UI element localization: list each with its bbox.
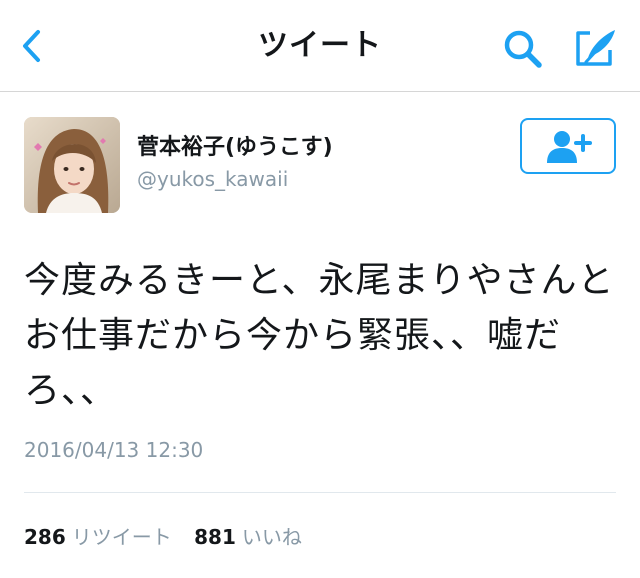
likes-stat[interactable]: 881 いいね	[194, 523, 302, 551]
tweet-text: 今度みるきーと、永尾まりやさんとお仕事だから今から緊張、、嘘だろ、、	[24, 260, 615, 411]
compose-tweet-button[interactable]	[574, 28, 618, 68]
divider	[24, 492, 616, 493]
retweets-label: リツイート	[71, 525, 172, 549]
add-user-icon	[547, 131, 592, 163]
navigation-bar: ツイート	[0, 0, 640, 92]
likes-label: いいね	[241, 525, 302, 549]
compose-tweet-icon	[576, 30, 615, 66]
profile-photo	[24, 117, 120, 213]
retweets-stat[interactable]: 286 リツイート	[24, 523, 172, 551]
page-title: ツイート	[258, 28, 382, 63]
avatar[interactable]	[24, 117, 120, 213]
follow-button[interactable]	[520, 118, 616, 174]
tweet-timestamp: 2016/04/13 12:30	[24, 438, 204, 462]
author-display-name[interactable]: 菅本裕子(ゆうこす)	[137, 133, 333, 163]
author-handle[interactable]: @yukos_kawaii	[137, 165, 288, 193]
tweet-stats: 286 リツイート 881 いいね	[24, 523, 302, 551]
likes-count: 881	[194, 525, 236, 549]
retweets-count: 286	[24, 525, 66, 549]
search-button[interactable]	[502, 28, 544, 70]
search-icon	[504, 30, 542, 68]
